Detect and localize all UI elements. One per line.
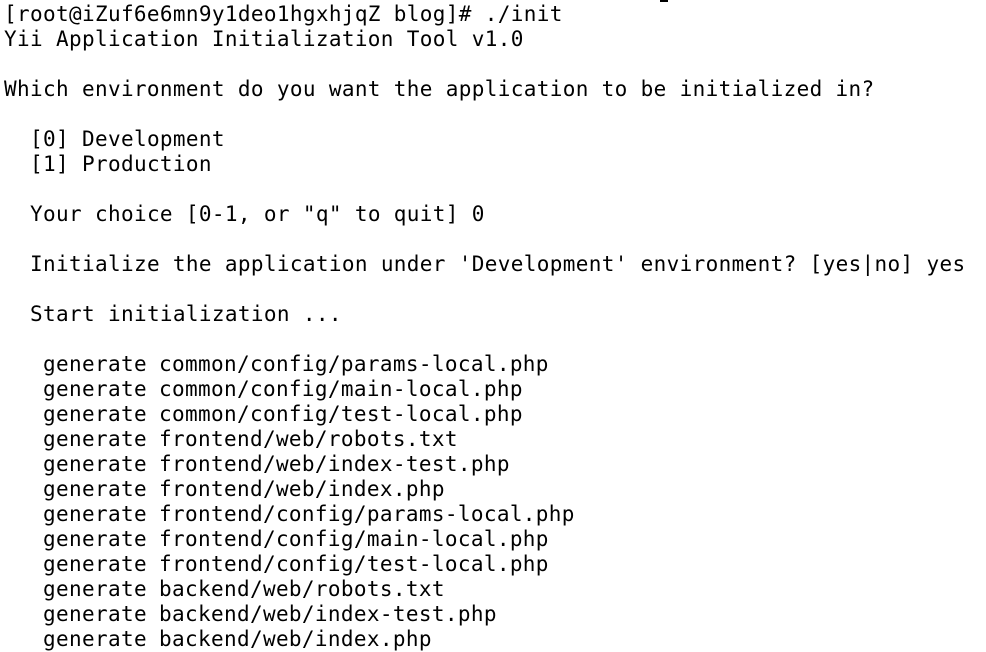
shell-prompt-line: [root@iZuf6e6mn9y1deo1hgxhjqZ blog]# ./i… xyxy=(4,2,563,26)
generate-verb: generate xyxy=(43,552,147,576)
environment-question: Which environment do you want the applic… xyxy=(4,77,875,101)
generated-file-line: generate common/config/test-local.php xyxy=(4,402,986,427)
generated-file-line: generate frontend/config/test-local.php xyxy=(4,552,986,577)
generate-verb: generate xyxy=(43,477,147,501)
generate-verb: generate xyxy=(43,527,147,551)
generate-verb: generate xyxy=(43,452,147,476)
generate-verb: generate xyxy=(43,402,147,426)
generated-file-path: backend/web/robots.txt xyxy=(159,577,445,601)
generated-file-path: frontend/web/index.php xyxy=(159,477,445,501)
generated-files-list: generate common/config/params-local.php ge… xyxy=(4,352,986,652)
confirm-line: Initialize the application under 'Develo… xyxy=(30,252,966,276)
generated-file-line: generate common/config/main-local.php xyxy=(4,377,986,402)
terminal-window[interactable]: [root@iZuf6e6mn9y1deo1hgxhjqZ blog]# ./i… xyxy=(0,0,986,652)
generate-verb: generate xyxy=(43,627,147,651)
generated-file-path: common/config/main-local.php xyxy=(159,377,523,401)
generated-file-line: generate frontend/web/index-test.php xyxy=(4,452,986,477)
generated-file-path: frontend/config/test-local.php xyxy=(159,552,549,576)
generate-verb: generate xyxy=(43,427,147,451)
generated-file-line: generate frontend/web/robots.txt xyxy=(4,427,986,452)
generated-file-path: common/config/test-local.php xyxy=(159,402,523,426)
status-line: Start initialization ... xyxy=(30,302,342,326)
generated-file-line: generate frontend/config/params-local.php xyxy=(4,502,986,527)
generated-file-path: frontend/web/index-test.php xyxy=(159,452,510,476)
generated-file-line: generate backend/web/robots.txt xyxy=(4,577,986,602)
choice-line: Your choice [0-1, or "q" to quit] 0 xyxy=(30,202,485,226)
generated-file-path: backend/web/index.php xyxy=(159,627,432,651)
option-development: [0] Development xyxy=(30,127,225,151)
generated-file-path: frontend/web/robots.txt xyxy=(159,427,458,451)
generated-file-line: generate frontend/web/index.php xyxy=(4,477,986,502)
generated-file-line: generate common/config/params-local.php xyxy=(4,352,986,377)
top-edge-mark xyxy=(660,0,668,2)
generate-verb: generate xyxy=(43,602,147,626)
generated-file-line: generate backend/web/index.php xyxy=(4,627,986,652)
generated-file-path: backend/web/index-test.php xyxy=(159,602,497,626)
generate-verb: generate xyxy=(43,577,147,601)
generated-file-path: frontend/config/main-local.php xyxy=(159,527,549,551)
generated-file-path: common/config/params-local.php xyxy=(159,352,549,376)
generated-file-line: generate frontend/config/main-local.php xyxy=(4,527,986,552)
tool-title: Yii Application Initialization Tool v1.0 xyxy=(4,27,524,51)
generate-verb: generate xyxy=(43,502,147,526)
generate-verb: generate xyxy=(43,352,147,376)
generated-file-line: generate backend/web/index-test.php xyxy=(4,602,986,627)
generated-file-path: frontend/config/params-local.php xyxy=(159,502,575,526)
option-production: [1] Production xyxy=(30,152,212,176)
generate-verb: generate xyxy=(43,377,147,401)
